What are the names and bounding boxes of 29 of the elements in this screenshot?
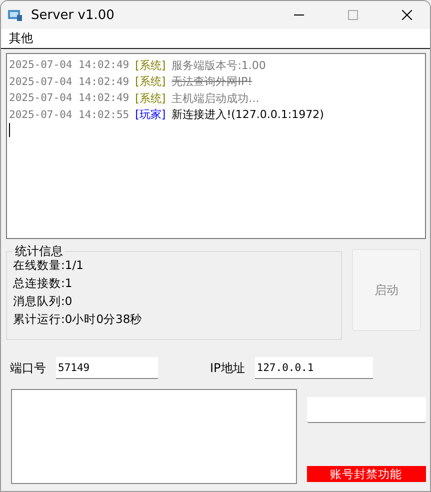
log-time: 2025-07-04 14:02:49	[9, 92, 130, 104]
window-title: Server v1.00	[31, 8, 116, 22]
log-message: 主机端启动成功...	[172, 90, 260, 106]
input-field[interactable]	[307, 397, 426, 423]
stat-line: 在线数量:1/1	[13, 257, 84, 273]
menu-item[interactable]: 其他	[9, 30, 33, 47]
port-label: 端口号	[10, 360, 46, 376]
log-message: 服务端版本号:1.00	[172, 58, 266, 73]
log-time: 2025-07-04 14:02:55	[9, 108, 130, 121]
log-message: 新连接进入!(127.0.0.1:1972)	[172, 107, 324, 122]
stat-line: 消息队列:0	[13, 293, 74, 309]
ban-feature-label: 账号封禁功能	[307, 466, 426, 482]
ip-label: IP地址	[210, 360, 245, 376]
log-tag: [系统]	[135, 90, 166, 106]
close-icon	[402, 10, 412, 20]
log-tag: [系统]	[135, 74, 166, 90]
log-tag: [系统]	[135, 58, 166, 73]
app-icon	[7, 8, 23, 22]
log-message: 无法查询外网IP!	[172, 74, 252, 90]
text-cursor	[9, 123, 10, 137]
ip-field[interactable]: 127.0.0.1	[254, 357, 373, 379]
maximize-icon	[348, 10, 358, 20]
stat-line: 累计运行:0小时0分38秒	[13, 311, 144, 327]
log-time: 2025-07-04 14:02:49	[9, 76, 130, 88]
group-title: 统计信息	[13, 243, 65, 260]
stat-line: 总连接数:1	[13, 275, 74, 291]
log-time: 2025-07-04 14:02:49	[9, 59, 130, 72]
log-tag: [玩家]	[135, 107, 166, 122]
port-field[interactable]: 57149	[56, 357, 158, 379]
